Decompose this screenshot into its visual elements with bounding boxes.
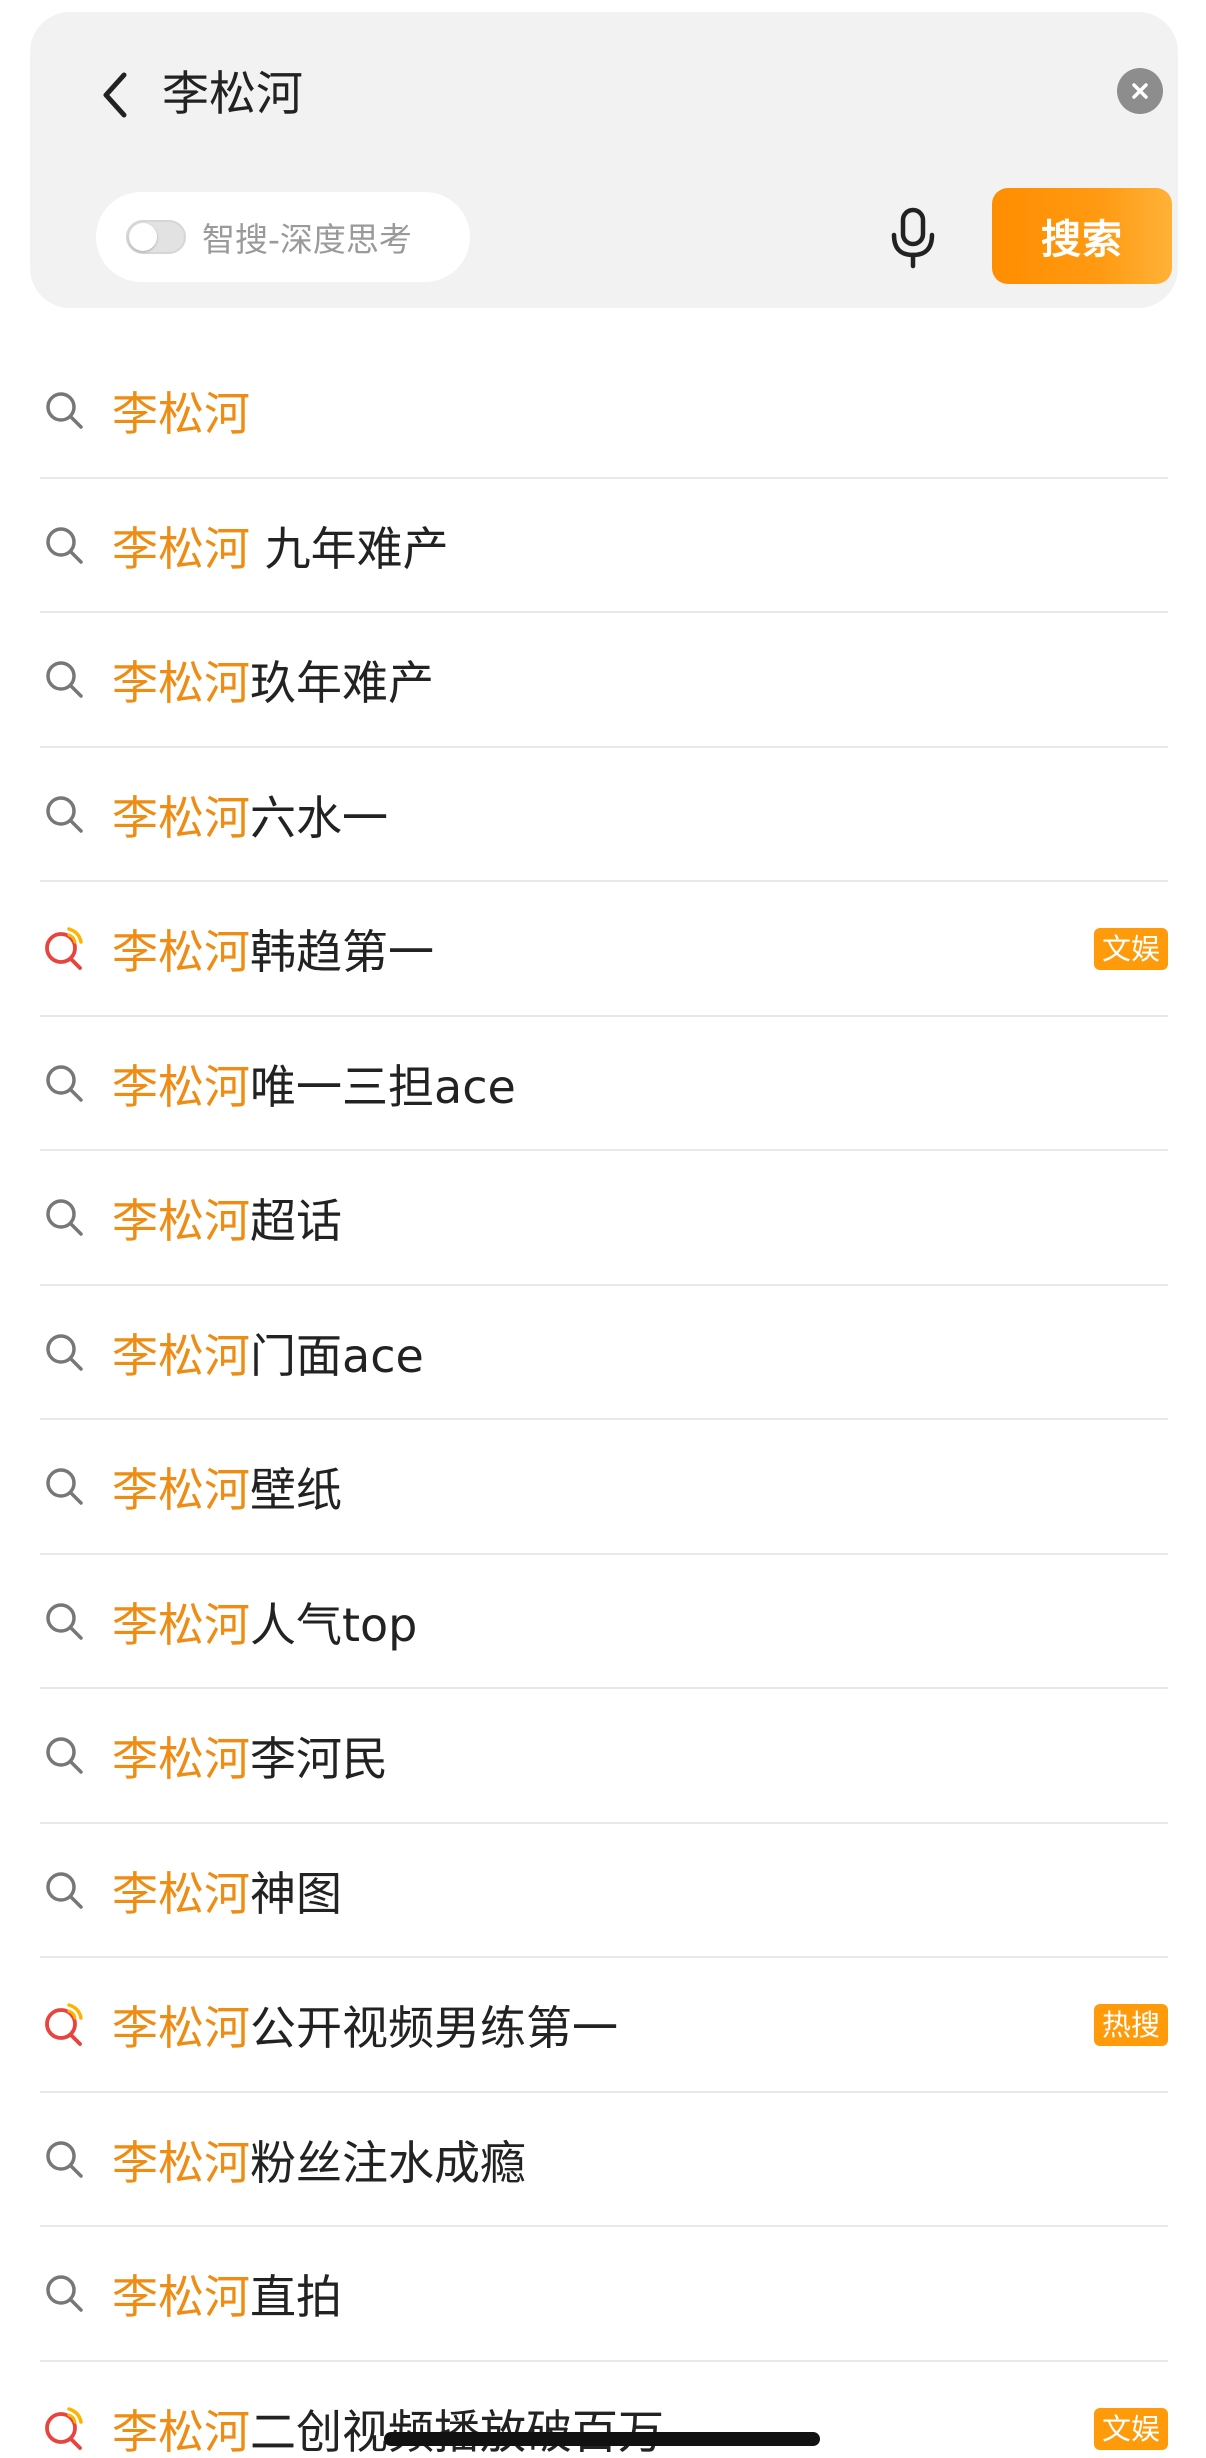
suggestion-highlight: 李松河 [112,1059,250,1114]
category-badge: 热搜 [1093,2004,1168,2047]
suggestion-text: 李松河李河民 [112,1723,1168,1789]
suggestion-rest: 唯一三担ace [250,1059,516,1114]
suggestion-item[interactable]: 李松河人气top [40,1555,1168,1689]
hot-search-icon [40,924,90,974]
suggestion-rest: 超话 [250,1194,342,1249]
suggestion-highlight: 李松河 [112,2135,250,2190]
search-icon [40,1193,90,1243]
suggestion-highlight: 李松河 [112,2270,250,2325]
suggestion-highlight: 李松河 [112,2001,250,2056]
suggestion-text: 李松河玖年难产 [112,647,1168,713]
suggestion-highlight: 李松河 [112,1463,250,1518]
suggestion-text: 李松河公开视频男练第一 [112,1992,1094,2058]
suggestion-item[interactable]: 李松河粉丝注水成瘾 [40,2093,1168,2227]
voice-search-button[interactable] [882,204,944,272]
suggestion-highlight: 李松河 [112,1732,250,1787]
deep-think-toggle[interactable]: 智搜-深度思考 [96,192,470,282]
search-page: 李松河 智搜-深度思考 搜索 李松河 李松河 九年难产 李松河玖年难产 李松河六水一李… [0,0,1206,2458]
suggestion-text: 李松河神图 [112,1858,1168,1924]
suggestion-text: 李松河超话 [112,1185,1168,1251]
search-icon [40,790,90,840]
chevron-left-icon [103,72,127,118]
suggestion-text: 李松河唯一三担ace [112,1051,1168,1117]
hot-search-icon [40,2404,90,2454]
suggestion-highlight: 李松河 [112,1866,250,1921]
suggestion-item[interactable]: 李松河韩趋第一 文娱 [40,882,1168,1017]
clear-x-icon [1132,83,1148,99]
suggestion-text: 李松河 九年难产 [112,513,1168,579]
suggestion-rest: 壁纸 [250,1463,342,1518]
suggestion-item[interactable]: 李松河门面ace [40,1286,1168,1420]
suggestion-highlight: 李松河 [112,925,250,980]
search-icon [40,1597,90,1647]
search-header: 李松河 智搜-深度思考 搜索 [30,12,1178,308]
suggestion-item[interactable]: 李松河公开视频男练第一 热搜 [40,1958,1168,2093]
suggestion-item[interactable]: 李松河超话 [40,1151,1168,1286]
suggestion-highlight: 李松河 [112,1597,250,1652]
microphone-icon [891,207,935,269]
suggestion-highlight: 李松河 [112,790,250,845]
suggestion-item[interactable]: 李松河唯一三担ace [40,1017,1168,1151]
search-icon [40,1462,90,1512]
search-icon [40,521,90,571]
suggestion-rest: 九年难产 [250,521,449,576]
search-icon [40,1866,90,1916]
suggestion-list: 李松河 李松河 九年难产 李松河玖年难产 李松河六水一 李松河韩趋第一 文娱 李松河唯一三担… [0,344,1206,2458]
suggestion-rest: 门面ace [250,1328,424,1383]
suggestion-text: 李松河 [112,378,1168,444]
hot-search-icon [40,2000,90,2050]
suggestion-rest: 人气top [250,1597,418,1652]
suggestion-text: 李松河直拍 [112,2261,1168,2327]
suggestion-rest: 李河民 [250,1732,388,1787]
search-icon [40,1328,90,1378]
search-input[interactable]: 李松河 [162,60,303,130]
suggestion-highlight: 李松河 [112,656,250,711]
suggestion-rest: 公开视频男练第一 [250,2001,618,2056]
search-button[interactable]: 搜索 [992,188,1172,284]
search-icon [40,1731,90,1781]
search-icon [40,386,90,436]
home-indicator[interactable] [384,2432,820,2446]
clear-button[interactable] [1117,68,1163,114]
suggestion-rest: 玖年难产 [250,656,434,711]
suggestion-item[interactable]: 李松河 [40,344,1168,479]
suggestion-highlight: 李松河 [112,521,250,576]
suggestion-text: 李松河二创视频播放破百万 [112,2396,1094,2458]
suggestion-item[interactable]: 李松河六水一 [40,748,1168,882]
suggestion-item[interactable]: 李松河玖年难产 [40,613,1168,748]
suggestion-text: 李松河韩趋第一 [112,916,1094,982]
suggestion-rest: 六水一 [250,790,388,845]
suggestion-item[interactable]: 李松河神图 [40,1824,1168,1958]
suggestion-highlight: 李松河 [112,2404,250,2458]
suggestion-rest: 韩趋第一 [250,925,434,980]
suggestion-text: 李松河壁纸 [112,1454,1168,1520]
suggestion-item[interactable]: 李松河李河民 [40,1689,1168,1824]
suggestion-item[interactable]: 李松河 九年难产 [40,479,1168,613]
search-icon [40,2269,90,2319]
toggle-switch[interactable] [126,220,186,254]
suggestion-rest: 神图 [250,1866,342,1921]
suggestion-item[interactable]: 李松河直拍 [40,2227,1168,2362]
search-icon [40,655,90,705]
suggestion-rest: 直拍 [250,2270,342,2325]
deep-think-label: 智搜-深度思考 [202,220,412,259]
search-icon [40,1059,90,1109]
search-icon [40,2135,90,2185]
category-badge: 文娱 [1093,2407,1168,2450]
suggestion-highlight: 李松河 [112,1328,250,1383]
suggestion-text: 李松河粉丝注水成瘾 [112,2127,1168,2193]
suggestion-text: 李松河门面ace [112,1320,1168,1386]
category-badge: 文娱 [1093,928,1168,971]
suggestion-item[interactable]: 李松河壁纸 [40,1420,1168,1555]
toggle-knob [129,223,157,251]
suggestion-rest: 粉丝注水成瘾 [250,2135,526,2190]
suggestion-text: 李松河六水一 [112,782,1168,848]
suggestion-highlight: 李松河 [112,387,250,442]
back-button[interactable] [85,57,145,133]
suggestion-highlight: 李松河 [112,1194,250,1249]
suggestion-text: 李松河人气top [112,1589,1168,1655]
